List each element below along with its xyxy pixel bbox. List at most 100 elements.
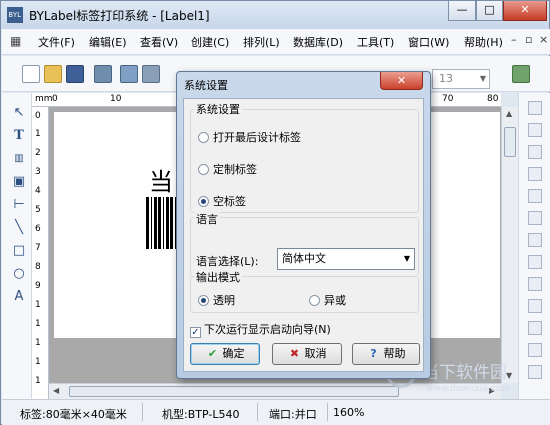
- rotate-icon[interactable]: [528, 321, 542, 335]
- ruler-tick: 4: [35, 186, 41, 196]
- rectangle-tool-icon[interactable]: □: [11, 243, 27, 259]
- menu-tools[interactable]: 工具(T): [357, 34, 394, 50]
- ruler-tick: 9: [35, 281, 41, 291]
- menu-edit[interactable]: 编辑(E): [89, 34, 127, 50]
- ruler-tick: 1: [35, 357, 41, 367]
- barcode-tool-icon[interactable]: ▥: [11, 151, 27, 167]
- mdi-restore-button[interactable]: ▫: [525, 33, 532, 46]
- ruler-tick: 2: [35, 148, 41, 158]
- minimize-button[interactable]: —: [448, 1, 476, 21]
- menu-create[interactable]: 创建(C): [191, 34, 229, 50]
- vertical-scroll-thumb[interactable]: [504, 127, 516, 157]
- printer-properties-icon[interactable]: [120, 65, 138, 83]
- bring-front-icon[interactable]: [528, 343, 542, 357]
- new-file-icon[interactable]: [22, 65, 40, 83]
- print-icon[interactable]: [142, 65, 160, 83]
- dialog-close-button[interactable]: ✕: [380, 72, 423, 90]
- menu-database[interactable]: 数据库(D): [293, 34, 343, 50]
- scroll-up-icon[interactable]: ▲: [506, 109, 512, 118]
- help-button[interactable]: ? 帮助: [352, 343, 420, 365]
- status-label-size: 标签:80毫米×40毫米: [20, 408, 127, 421]
- checkmark-icon: ✔: [207, 347, 218, 360]
- menu-file[interactable]: 文件(F): [38, 34, 75, 50]
- radio-button[interactable]: [198, 164, 209, 175]
- ruler-tick: 6: [35, 224, 41, 234]
- art-text-icon[interactable]: A: [11, 289, 27, 305]
- language-select[interactable]: 简体中文 ▼: [277, 248, 415, 270]
- window-title: BYLabel标签打印系统 - [Label1]: [29, 9, 210, 23]
- distribute-horizontal-icon[interactable]: [528, 233, 542, 247]
- dialog-title: 系统设置: [184, 79, 228, 92]
- align-top-icon[interactable]: [528, 101, 542, 115]
- mdi-minimize-button[interactable]: –: [511, 33, 517, 46]
- dialog-body: 系统设置 打开最后设计标签 定制标签 空标签 语言 语言选择(L): 简体中文 …: [183, 98, 424, 372]
- print-preview-icon[interactable]: [512, 65, 530, 83]
- title-bar: BYL BYLabel标签打印系统 - [Label1] — □ ✕: [1, 1, 549, 29]
- radio-open-last[interactable]: 打开最后设计标签: [198, 129, 301, 145]
- left-toolbox: ↖ T ▥ ▣ ⊢ ╲ □ ○ A: [2, 93, 32, 399]
- ruler-tick: 5: [35, 205, 41, 215]
- ellipse-tool-icon[interactable]: ○: [11, 266, 27, 282]
- help-icon: ?: [370, 347, 377, 360]
- radio-button-selected[interactable]: [198, 295, 209, 306]
- font-size-combo[interactable]: 13 ▼: [432, 69, 490, 89]
- ruler-tick: 1: [35, 300, 41, 310]
- dimension-line-icon[interactable]: ⊢: [11, 197, 27, 213]
- radio-button[interactable]: [198, 132, 209, 143]
- radio-transparent[interactable]: 透明: [198, 292, 235, 308]
- wizard-checkbox-row[interactable]: ✓ 下次运行显示启动向导(N): [190, 321, 331, 338]
- right-toolbox: [518, 93, 550, 399]
- line-tool-icon[interactable]: ╲: [11, 220, 27, 236]
- radio-empty-label[interactable]: 空标签: [198, 193, 246, 209]
- document-menu-icon[interactable]: ▦: [10, 34, 24, 48]
- align-middle-icon[interactable]: [528, 123, 542, 137]
- status-zoom: 160%: [333, 406, 365, 419]
- ruler-tick: 80: [487, 94, 499, 104]
- help-label: 帮助: [383, 347, 406, 360]
- language-label: 语言选择(L):: [196, 255, 259, 268]
- save-icon[interactable]: [66, 65, 84, 83]
- text-tool-icon[interactable]: T: [11, 128, 27, 144]
- horizontal-scroll-thumb[interactable]: [69, 386, 399, 397]
- radio-xor[interactable]: 异或: [309, 292, 346, 308]
- menu-view[interactable]: 查看(V): [140, 34, 178, 50]
- image-tool-icon[interactable]: ▣: [11, 174, 27, 190]
- main-window: BYL BYLabel标签打印系统 - [Label1] — □ ✕ ▦ 文件(…: [0, 0, 550, 425]
- menu-arrange[interactable]: 排列(L): [243, 34, 280, 50]
- same-height-icon[interactable]: [528, 299, 542, 313]
- menu-help[interactable]: 帮助(H): [464, 34, 503, 50]
- ruler-tick: 1: [35, 129, 41, 139]
- cancel-button[interactable]: ✖ 取消: [272, 343, 342, 365]
- app-icon: BYL: [7, 7, 23, 23]
- align-left-icon[interactable]: [528, 167, 542, 181]
- ok-label: 确定: [222, 347, 245, 360]
- pointer-icon[interactable]: ↖: [11, 105, 27, 121]
- close-button[interactable]: ✕: [503, 1, 547, 21]
- radio-label: 定制标签: [213, 163, 257, 176]
- distribute-vertical-icon[interactable]: [528, 255, 542, 269]
- open-folder-icon[interactable]: [44, 65, 62, 83]
- same-width-icon[interactable]: [528, 277, 542, 291]
- maximize-button[interactable]: □: [476, 1, 503, 21]
- radio-label: 透明: [213, 294, 235, 307]
- ok-button[interactable]: ✔ 确定: [190, 343, 260, 365]
- align-bottom-icon[interactable]: [528, 145, 542, 159]
- align-center-icon[interactable]: [528, 189, 542, 203]
- radio-button[interactable]: [309, 295, 320, 306]
- print-setup-icon[interactable]: [94, 65, 112, 83]
- chevron-down-icon: ▼: [403, 254, 410, 263]
- radio-button-selected[interactable]: [198, 196, 209, 207]
- ruler-tick: 1: [35, 319, 41, 329]
- menu-window[interactable]: 窗口(W): [408, 34, 449, 50]
- radio-custom-label[interactable]: 定制标签: [198, 161, 257, 177]
- checkbox-checked-icon[interactable]: ✓: [190, 327, 201, 338]
- ruler-tick: 7: [35, 243, 41, 253]
- system-settings-dialog: 系统设置 ✕ 系统设置 打开最后设计标签 定制标签 空标签 语言 语言选择(L)…: [176, 71, 431, 379]
- text-object[interactable]: 当: [149, 162, 173, 197]
- watermark-url: www.downxia.com: [426, 384, 510, 394]
- vertical-scrollbar[interactable]: ▲ ▼: [501, 107, 518, 383]
- mdi-close-button[interactable]: ×: [539, 33, 548, 46]
- status-model: 机型:BTP-L540: [162, 408, 240, 421]
- align-right-icon[interactable]: [528, 211, 542, 225]
- scroll-left-icon[interactable]: ◀: [53, 386, 59, 395]
